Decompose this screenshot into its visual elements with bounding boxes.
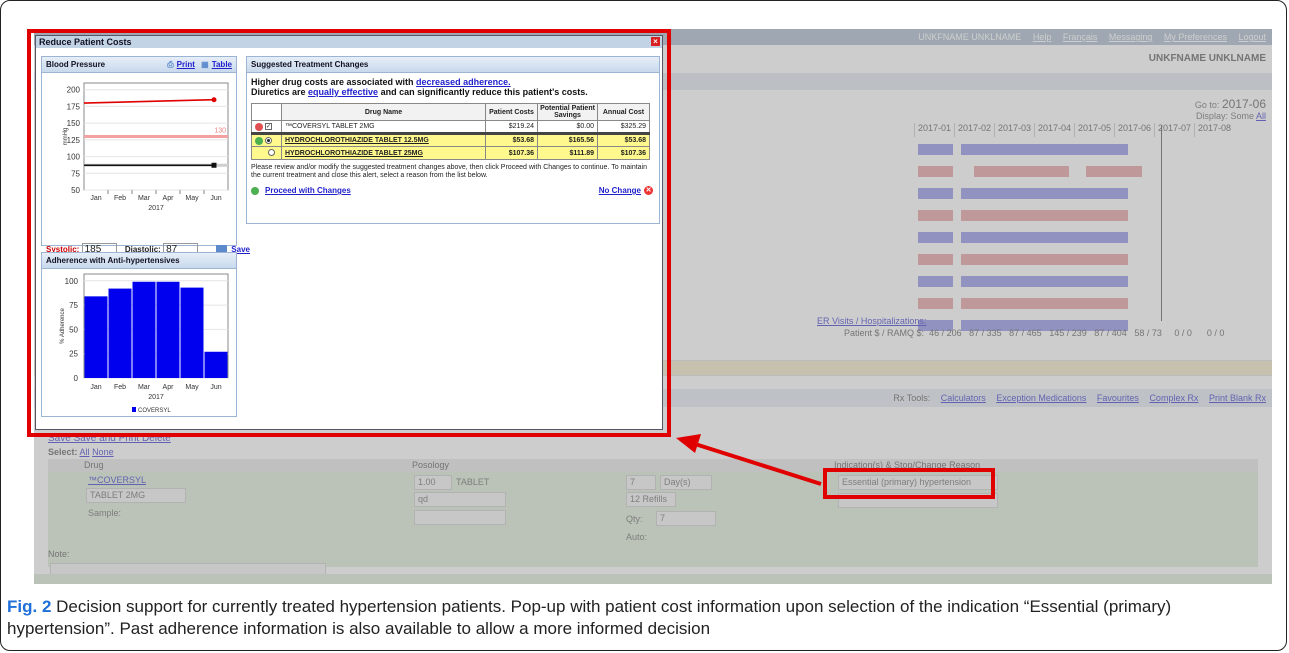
annotation-arrow-layer [676, 434, 822, 486]
figure-frame: UNKFNAME UNKLNAME Help Français Messagin… [0, 0, 1287, 651]
arrow-head-icon [676, 434, 701, 453]
annotation-arrow [694, 442, 822, 486]
